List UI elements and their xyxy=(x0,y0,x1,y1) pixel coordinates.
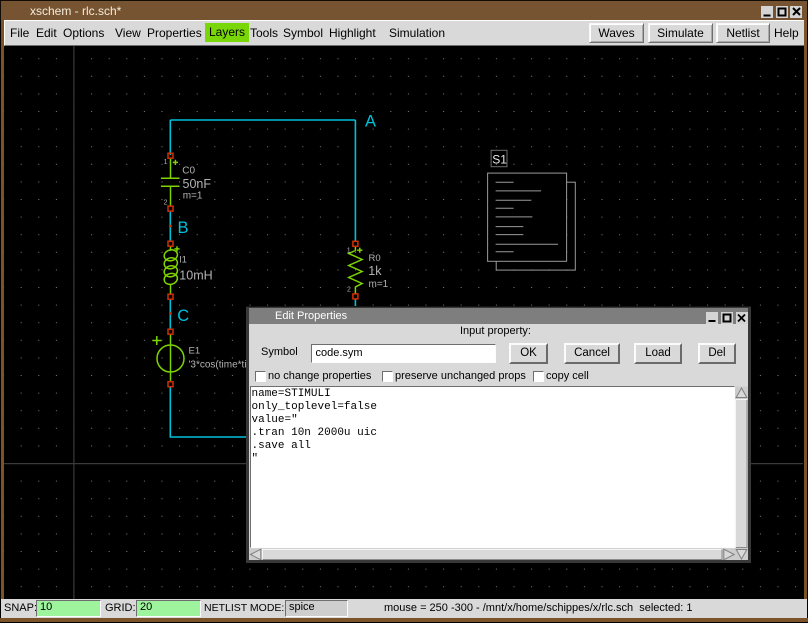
svg-text:'3*cos(time*tim: '3*cos(time*tim xyxy=(189,359,255,370)
svg-text:l1: l1 xyxy=(180,254,187,265)
svg-text:C0: C0 xyxy=(182,166,195,177)
svg-text:R0: R0 xyxy=(369,253,381,264)
svg-text:10mH: 10mH xyxy=(179,268,212,282)
svg-text:m=1: m=1 xyxy=(183,190,203,201)
svg-text:C: C xyxy=(177,307,189,325)
svg-text:E1: E1 xyxy=(189,346,201,357)
svg-text:2: 2 xyxy=(347,287,351,294)
svg-text:2: 2 xyxy=(164,199,168,206)
svg-text:1: 1 xyxy=(347,248,351,255)
svg-text:m=1: m=1 xyxy=(369,279,389,290)
svg-text:50nF: 50nF xyxy=(183,177,212,191)
svg-text:S1: S1 xyxy=(492,153,507,167)
svg-text:B: B xyxy=(178,219,189,237)
svg-text:A: A xyxy=(365,113,376,131)
svg-text:1: 1 xyxy=(164,159,168,166)
svg-text:1k: 1k xyxy=(368,264,382,278)
